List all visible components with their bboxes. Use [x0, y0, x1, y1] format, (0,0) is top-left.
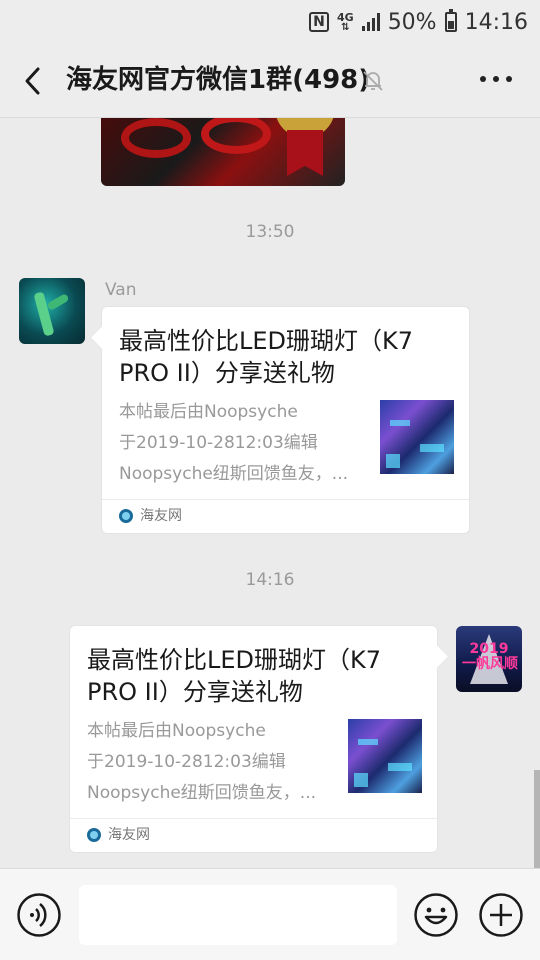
card-source-name: 海友网 [108, 827, 150, 843]
card-desc-line: 于2019-10-2812:03编辑 [119, 433, 318, 453]
timestamp: 13:50 [245, 222, 295, 242]
card-source-name: 海友网 [140, 508, 182, 524]
battery-icon [444, 9, 457, 32]
card-desc-line: 于2019-10-2812:03编辑 [87, 752, 286, 772]
sender-name: Van [105, 280, 137, 300]
avatar[interactable] [19, 278, 85, 344]
card-desc-line: 本帖最后由Noopsyche [119, 402, 298, 422]
card-thumbnail [348, 719, 422, 793]
network-type-icon: 4G ⇅ [337, 10, 354, 33]
card-description: 本帖最后由Noopsyche 于2019-10-2812:03编辑 Noopsy… [87, 716, 337, 809]
chat-area[interactable]: 13:50 Van 最高性价比LED珊瑚灯（K7 PRO II）分享送礼物 本帖… [0, 118, 540, 868]
image-message[interactable] [101, 118, 345, 186]
bell-muted-icon [363, 71, 383, 91]
card-description: 本帖最后由Noopsyche 于2019-10-2812:03编辑 Noopsy… [119, 397, 369, 490]
link-card[interactable]: 最高性价比LED珊瑚灯（K7 PRO II）分享送礼物 本帖最后由Noopsyc… [69, 625, 438, 853]
avatar[interactable]: 2019 一帆风顺 [456, 626, 522, 692]
signal-icon [361, 13, 380, 31]
network-type-label: 4G [337, 10, 354, 24]
message-input[interactable] [79, 885, 397, 945]
card-desc-line: Noopsyche纽斯回馈鱼友，... [119, 464, 349, 484]
link-card[interactable]: 最高性价比LED珊瑚灯（K7 PRO II）分享送礼物 本帖最后由Noopsyc… [101, 306, 470, 534]
voice-icon[interactable] [17, 893, 61, 937]
source-logo-icon [119, 509, 133, 523]
plus-icon[interactable] [479, 893, 523, 937]
more-dots-icon[interactable] [480, 76, 512, 82]
card-source: 海友网 [70, 818, 437, 852]
card-title: 最高性价比LED珊瑚灯（K7 PRO II）分享送礼物 [87, 646, 382, 706]
card-thumbnail [380, 400, 454, 474]
scrollbar[interactable] [534, 770, 540, 870]
input-bar [0, 868, 540, 960]
chat-title: 海友网官方微信1群(498) [66, 65, 371, 95]
status-time: 14:16 [464, 9, 528, 35]
timestamp: 14:16 [245, 570, 295, 590]
chat-header: 海友网官方微信1群(498) [0, 44, 540, 118]
chevron-left-icon[interactable] [18, 64, 52, 98]
battery-percent: 50% [387, 9, 437, 35]
card-title: 最高性价比LED珊瑚灯（K7 PRO II）分享送礼物 [119, 327, 414, 387]
card-desc-line: 本帖最后由Noopsyche [87, 721, 266, 741]
card-source: 海友网 [102, 499, 469, 533]
avatar-text: 2019 一帆风顺 [462, 641, 518, 672]
emoji-icon[interactable] [414, 893, 458, 937]
nfc-icon: N [309, 12, 329, 32]
card-desc-line: Noopsyche纽斯回馈鱼友，... [87, 783, 317, 803]
status-bar: N 4G ⇅ 50% 14:16 [0, 0, 540, 44]
source-logo-icon [87, 828, 101, 842]
